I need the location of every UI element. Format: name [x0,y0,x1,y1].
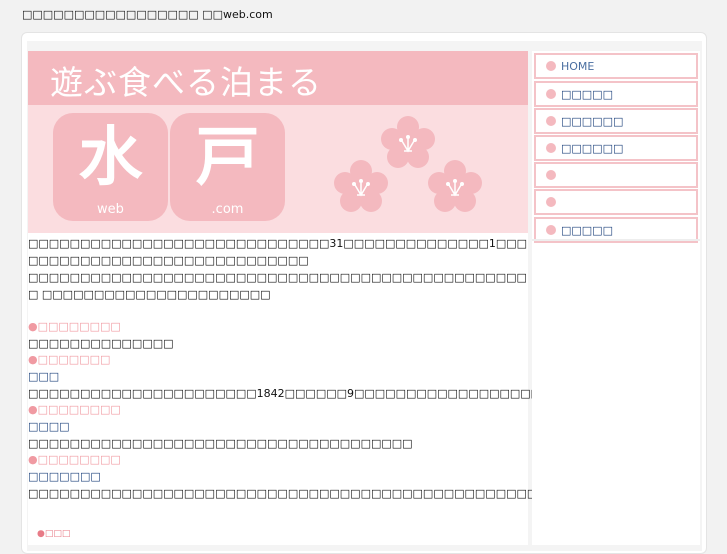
section-3: ●□□□□□□□□ □□□□ □□□□□□□□□□□□□□□□□□□□□□□□□… [28,402,528,452]
section-1: ●□□□□□□□□ □□□□□□□□□□□□□□ [28,319,528,352]
nav-item-label: □□□□□□ [561,114,624,128]
main-content: 遊ぶ食べる泊まる 水 web 戸 .com □□□□□□□□□□□□□□□□□□… [28,51,642,545]
section-4: ●□□□□□□□□ □□□□□□□ □□□□□□□□□□□□□□□□□□□□□□… [28,452,642,502]
bullet-dot-icon [546,116,556,126]
bullet-dot-icon [546,225,556,235]
section-heading: ●□□□□□□□□ [28,320,121,333]
logo-kanji-left: 水 [78,121,143,195]
banner-tagline: 遊ぶ食べる泊まる [50,63,322,102]
nav-item-2[interactable]: □□□□□ [534,81,698,107]
logo-kanji-right: 戸 [195,121,260,195]
sidebar: HOME □□□□□ □□□□□□ □□□□□□ □□□□□ [532,51,700,545]
section-link[interactable]: □□□□□□□ [28,468,528,485]
nav-item-6[interactable] [534,189,698,215]
nav-item-4[interactable]: □□□□□□ [534,135,698,161]
section-heading: ●□□□□□□□ [28,353,111,366]
section-link[interactable]: □□□ [28,368,528,385]
section-heading: ●□□□□□□□□ [28,453,121,466]
banner-tagline-strip: 遊ぶ食べる泊まる [28,51,528,105]
section-text: □□□□□□□□□□□□□□ [28,337,174,350]
plum-blossom-icon [334,160,388,212]
nav-item-3[interactable]: □□□□□□ [534,108,698,134]
section-link[interactable]: □□□□ [28,418,528,435]
nav-item-home[interactable]: HOME [534,53,698,79]
bullet-dot-icon [546,170,556,180]
footer-link[interactable]: ●□□□ [37,529,70,539]
header-banner: 遊ぶ食べる泊まる 水 web 戸 .com [28,51,528,233]
bullet-dot-icon [546,89,556,99]
logo-tile-left: 水 web [53,113,168,221]
section-text: □□□□□□□□□□□□□□□□□□□□□□□□□□□□□□□□□□□□□□□□… [28,487,642,500]
bullet-dot-icon [546,197,556,207]
section-text: □□□□□□□□□□□□□□□□□□□□□□1842□□□□□□9□□□□□□□… [28,387,562,400]
section-text: □□□□□□□□□□□□□□□□□□□□□□□□□□□□□□□□□□□□□ [28,437,413,450]
nav-item-label: □□□□□ [561,223,613,237]
intro-line-1: □□□□□□□□□□□□□□□□□□□□□□□□□□□□□31□□□□□□□□□… [28,237,528,267]
nav-item-label: HOME [561,59,595,73]
logo-sub-left: web [97,202,124,217]
nav-item-label: □□□□□□ [561,141,624,155]
intro-line-2: □□□□□□□□□□□□□□□□□□□□□□□□□□□□□□□□□□□□□□□□… [28,271,527,301]
logo-sub-right: .com [211,202,244,217]
nav-item-5[interactable] [534,162,698,188]
section-2: ●□□□□□□□ □□□ □□□□□□□□□□□□□□□□□□□□□□1842□… [28,352,562,402]
bullet-dot-icon [546,143,556,153]
article-body: □□□□□□□□□□□□□□□□□□□□□□□□□□□□□31□□□□□□□□□… [28,235,642,502]
section-heading: ●□□□□□□□□ [28,403,121,416]
bullet-dot-icon [546,61,556,71]
logo-tile-right: 戸 .com [170,113,285,221]
plum-blossom-icon [428,160,482,212]
sidebar-divider [532,239,700,241]
site-title: □□□□□□□□□□□□□□□□□ □□web.com [22,8,273,21]
nav-item-label: □□□□□ [561,87,613,101]
